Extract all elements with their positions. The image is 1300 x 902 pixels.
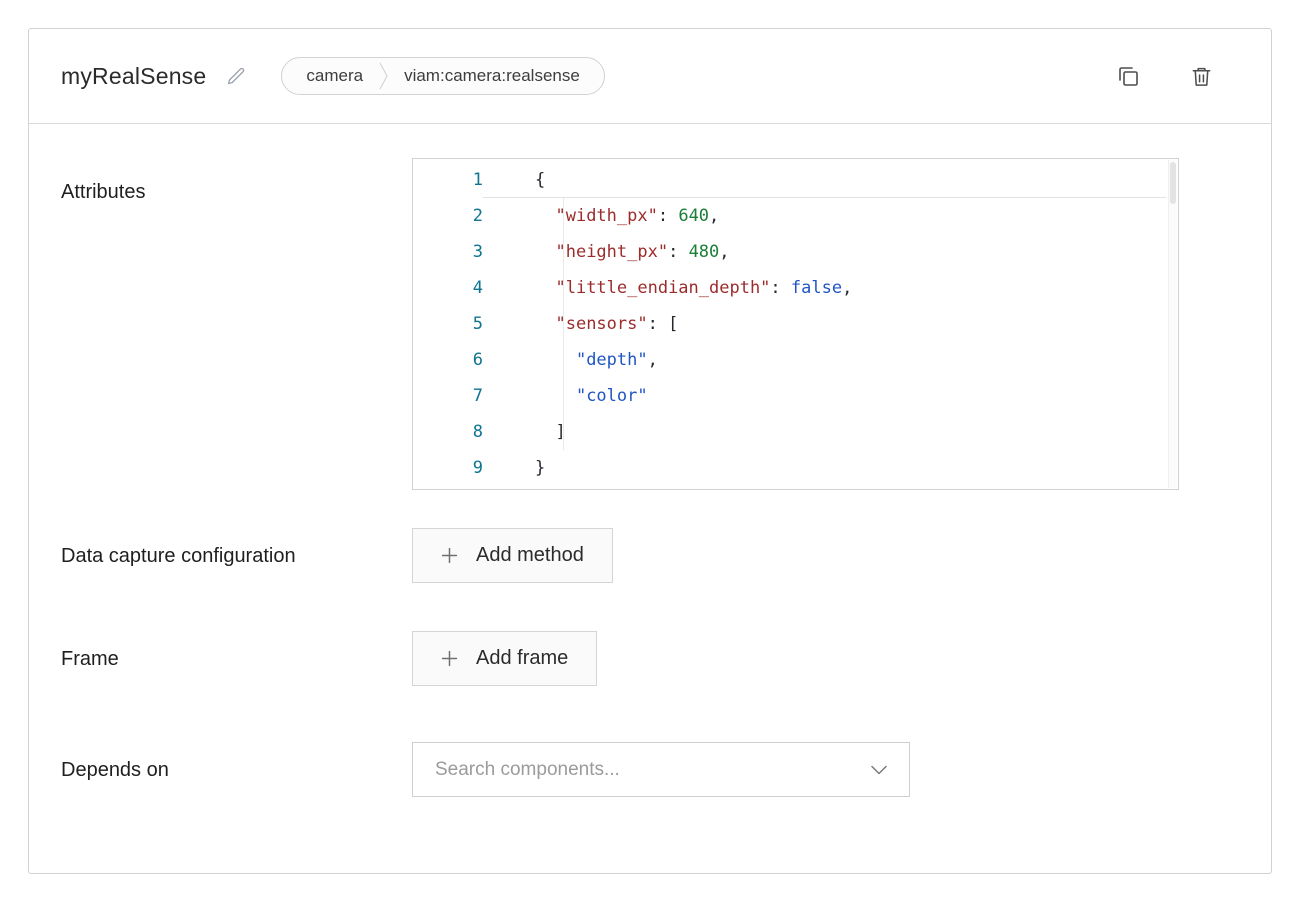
line-content[interactable]: } (483, 450, 1166, 486)
trash-icon (1190, 65, 1213, 88)
plus-icon (441, 650, 458, 667)
code-lines: 1{2 "width_px": 640,3 "height_px": 480,4… (413, 162, 1178, 486)
rename-button[interactable] (226, 66, 247, 87)
line-number: 4 (413, 270, 483, 306)
line-number: 2 (413, 198, 483, 234)
chevron-separator-icon (379, 61, 388, 91)
line-number: 1 (413, 162, 483, 198)
code-line[interactable]: 6 "depth", (413, 342, 1178, 378)
add-method-button[interactable]: Add method (412, 528, 613, 583)
code-line[interactable]: 2 "width_px": 640, (413, 198, 1178, 234)
pencil-icon (226, 66, 247, 87)
data-capture-label: Data capture configuration (61, 528, 412, 576)
data-capture-row: Data capture configuration Add method (61, 528, 1271, 583)
header-actions (1116, 64, 1213, 88)
code-line[interactable]: 1{ (413, 162, 1178, 198)
attributes-row: Attributes 1{2 "width_px": 640,3 "height… (61, 158, 1271, 490)
component-card-header: myRealSense camera viam:camera:realsense (29, 29, 1271, 124)
frame-row: Frame Add frame (61, 631, 1271, 686)
add-frame-label: Add frame (476, 647, 568, 670)
duplicate-icon (1116, 64, 1140, 88)
add-method-label: Add method (476, 544, 584, 567)
code-line[interactable]: 9} (413, 450, 1178, 486)
attributes-json-editor[interactable]: 1{2 "width_px": 640,3 "height_px": 480,4… (412, 158, 1179, 490)
scrollbar-thumb[interactable] (1170, 162, 1176, 204)
line-content[interactable]: { (483, 162, 1166, 198)
duplicate-button[interactable] (1116, 64, 1140, 88)
component-type: camera (306, 66, 363, 86)
component-model: viam:camera:realsense (404, 66, 580, 86)
line-number: 9 (413, 450, 483, 486)
component-card: myRealSense camera viam:camera:realsense (28, 28, 1272, 874)
line-content[interactable]: "color" (483, 378, 1166, 414)
delete-button[interactable] (1190, 65, 1213, 88)
line-number: 3 (413, 234, 483, 270)
code-line[interactable]: 4 "little_endian_depth": false, (413, 270, 1178, 306)
indent-guide (563, 198, 564, 450)
chevron-down-icon (871, 765, 887, 775)
component-name: myRealSense (61, 63, 206, 90)
line-content[interactable]: "little_endian_depth": false, (483, 270, 1166, 306)
component-card-body: Attributes 1{2 "width_px": 640,3 "height… (29, 124, 1271, 797)
frame-label: Frame (61, 639, 412, 679)
code-line[interactable]: 7 "color" (413, 378, 1178, 414)
code-line[interactable]: 8 ] (413, 414, 1178, 450)
attributes-label: Attributes (61, 158, 412, 212)
depends-on-label: Depends on (61, 750, 412, 790)
line-number: 8 (413, 414, 483, 450)
plus-icon (441, 547, 458, 564)
line-content[interactable]: ] (483, 414, 1166, 450)
line-content[interactable]: "width_px": 640, (483, 198, 1166, 234)
code-line[interactable]: 3 "height_px": 480, (413, 234, 1178, 270)
editor-scrollbar[interactable] (1168, 160, 1177, 488)
line-content[interactable]: "height_px": 480, (483, 234, 1166, 270)
component-type-pill: camera viam:camera:realsense (281, 57, 604, 95)
line-number: 5 (413, 306, 483, 342)
line-content[interactable]: "depth", (483, 342, 1166, 378)
depends-on-select[interactable]: Search components... (412, 742, 910, 797)
line-number: 6 (413, 342, 483, 378)
depends-on-row: Depends on Search components... (61, 742, 1271, 797)
code-line[interactable]: 5 "sensors": [ (413, 306, 1178, 342)
line-content[interactable]: "sensors": [ (483, 306, 1166, 342)
line-number: 7 (413, 378, 483, 414)
depends-on-placeholder: Search components... (435, 759, 620, 781)
add-frame-button[interactable]: Add frame (412, 631, 597, 686)
